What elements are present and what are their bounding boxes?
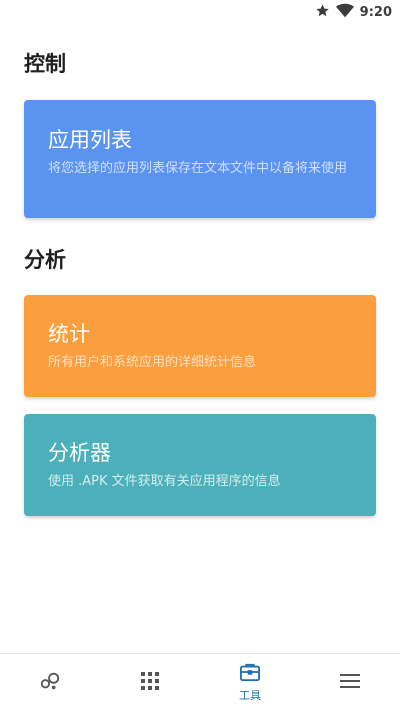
analyzer-card-title: 分析器 <box>48 441 111 465</box>
nav-item-tools[interactable]: 工具 <box>200 654 300 711</box>
nav-item-tools-label: 工具 <box>239 689 261 702</box>
nav-item-menu[interactable] <box>300 654 400 711</box>
menu-icon <box>340 673 360 693</box>
app-list-card-description: 将您选择的应用列表保存在文本文件中以备将来使用 <box>48 161 348 176</box>
analyzer-card[interactable]: 分析器 使用 .APK 文件获取有关应用程序的信息 <box>24 414 376 516</box>
stats-card-description: 所有用户和系统应用的详细统计信息 <box>48 355 257 370</box>
bubbles-icon <box>39 670 61 696</box>
analyzer-card-description: 使用 .APK 文件获取有关应用程序的信息 <box>48 474 281 489</box>
status-bar: 9:20 <box>0 0 400 24</box>
status-time: 9:20 <box>359 4 392 20</box>
toolbox-icon <box>239 662 261 686</box>
section-title-analysis: 分析 <box>24 248 66 272</box>
nav-item-bubbles[interactable] <box>0 654 100 711</box>
app-list-card[interactable]: 应用列表 将您选择的应用列表保存在文本文件中以备将来使用 <box>24 100 376 218</box>
wifi-icon <box>335 3 354 22</box>
app-list-card-title: 应用列表 <box>48 128 132 152</box>
star-icon <box>315 3 330 22</box>
bottom-navigation: 工具 <box>0 653 400 711</box>
nav-item-apps[interactable] <box>100 654 200 711</box>
stats-card[interactable]: 统计 所有用户和系统应用的详细统计信息 <box>24 295 376 397</box>
apps-grid-icon <box>141 671 159 694</box>
section-title-control: 控制 <box>24 52 66 76</box>
stats-card-title: 统计 <box>48 322 90 346</box>
